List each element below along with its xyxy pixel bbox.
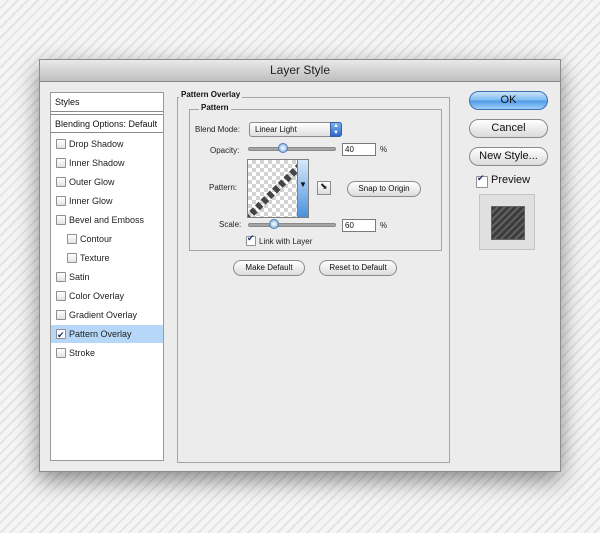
style-item-checkbox[interactable] xyxy=(56,196,66,206)
scale-slider-track[interactable] xyxy=(248,223,336,227)
link-with-layer-label: Link with Layer xyxy=(259,237,313,246)
dialog-title: Layer Style xyxy=(40,60,560,82)
pattern-overlay-title: Pattern Overlay xyxy=(179,90,243,99)
style-item-contour[interactable]: Contour xyxy=(51,230,163,248)
style-item-label: Stroke xyxy=(69,348,96,358)
preview-thumbnail xyxy=(491,206,525,240)
blend-mode-select[interactable]: Linear Light ▲ ▼ xyxy=(249,122,342,137)
style-item-checkbox[interactable] xyxy=(56,272,66,282)
style-item-label: Outer Glow xyxy=(69,177,115,187)
link-with-layer-checkbox[interactable] xyxy=(246,233,256,246)
style-item-label: Texture xyxy=(80,253,110,263)
styles-list: Styles Blending Options: Default Drop Sh… xyxy=(50,92,164,461)
scale-input[interactable]: 60 xyxy=(342,219,376,232)
pattern-label: Pattern: xyxy=(209,183,238,192)
style-item-label: Inner Shadow xyxy=(69,158,125,168)
style-item-label: Satin xyxy=(69,272,90,282)
snap-to-origin-button[interactable]: Snap to Origin xyxy=(347,181,421,197)
scale-unit: % xyxy=(380,221,388,230)
style-item-label: Drop Shadow xyxy=(69,139,124,149)
cancel-button[interactable]: Cancel xyxy=(469,119,548,138)
pattern-group-title: Pattern xyxy=(199,103,231,112)
blend-mode-label: Blend Mode: xyxy=(195,125,240,134)
style-item-checkbox[interactable] xyxy=(56,215,66,225)
scale-label: Scale: xyxy=(219,220,242,229)
pattern-picker-arrow[interactable]: ▼ xyxy=(297,159,309,218)
style-item-inner-shadow[interactable]: Inner Shadow xyxy=(51,154,163,172)
blending-options-item[interactable]: Blending Options: Default xyxy=(51,114,163,133)
layer-style-dialog: Layer Style Styles Blending Options: Def… xyxy=(39,59,561,472)
style-item-bevel-and-emboss[interactable]: Bevel and Emboss xyxy=(51,211,163,229)
style-item-checkbox[interactable] xyxy=(56,326,66,344)
triangle-down-icon: ▼ xyxy=(299,180,307,189)
styles-list-header[interactable]: Styles xyxy=(51,93,163,112)
style-item-drop-shadow[interactable]: Drop Shadow xyxy=(51,135,163,153)
make-default-button[interactable]: Make Default xyxy=(233,260,305,276)
style-item-checkbox[interactable] xyxy=(56,158,66,168)
style-item-checkbox[interactable] xyxy=(56,348,66,358)
preview-label: Preview xyxy=(491,174,531,186)
style-item-outer-glow[interactable]: Outer Glow xyxy=(51,173,163,191)
ok-button[interactable]: OK xyxy=(469,91,548,110)
style-item-label: Bevel and Emboss xyxy=(69,215,145,225)
preview-checkbox[interactable] xyxy=(476,173,488,188)
style-item-checkbox[interactable] xyxy=(56,177,66,187)
opacity-label: Opacity: xyxy=(210,146,240,155)
style-item-stroke[interactable]: Stroke xyxy=(51,344,163,362)
blend-mode-value: Linear Light xyxy=(255,125,297,134)
opacity-slider-thumb[interactable] xyxy=(278,143,288,153)
style-item-texture[interactable]: Texture xyxy=(51,249,163,267)
style-item-color-overlay[interactable]: Color Overlay xyxy=(51,287,163,305)
style-item-pattern-overlay[interactable]: Pattern Overlay xyxy=(51,325,163,344)
new-style-button[interactable]: New Style... xyxy=(469,147,548,166)
style-item-label: Pattern Overlay xyxy=(69,329,132,339)
style-item-label: Inner Glow xyxy=(69,196,113,206)
style-item-gradient-overlay[interactable]: Gradient Overlay xyxy=(51,306,163,324)
style-item-checkbox[interactable] xyxy=(67,253,77,263)
new-preset-icon: ⬊ xyxy=(320,181,328,191)
new-preset-button[interactable]: ⬊ xyxy=(317,181,331,195)
style-item-label: Gradient Overlay xyxy=(69,310,138,320)
opacity-slider-track[interactable] xyxy=(248,147,336,151)
style-item-checkbox[interactable] xyxy=(56,139,66,149)
opacity-unit: % xyxy=(380,145,388,154)
style-item-checkbox[interactable] xyxy=(56,310,66,320)
style-item-label: Contour xyxy=(80,234,113,244)
style-item-checkbox[interactable] xyxy=(67,234,77,244)
style-item-satin[interactable]: Satin xyxy=(51,268,163,286)
style-item-inner-glow[interactable]: Inner Glow xyxy=(51,192,163,210)
chevron-updown-icon: ▲ ▼ xyxy=(330,122,342,137)
opacity-input[interactable]: 40 xyxy=(342,143,376,156)
style-item-checkbox[interactable] xyxy=(56,291,66,301)
style-item-label: Color Overlay xyxy=(69,291,125,301)
reset-to-default-button[interactable]: Reset to Default xyxy=(319,260,397,276)
preview-box xyxy=(479,194,535,250)
scale-slider-thumb[interactable] xyxy=(269,219,279,229)
